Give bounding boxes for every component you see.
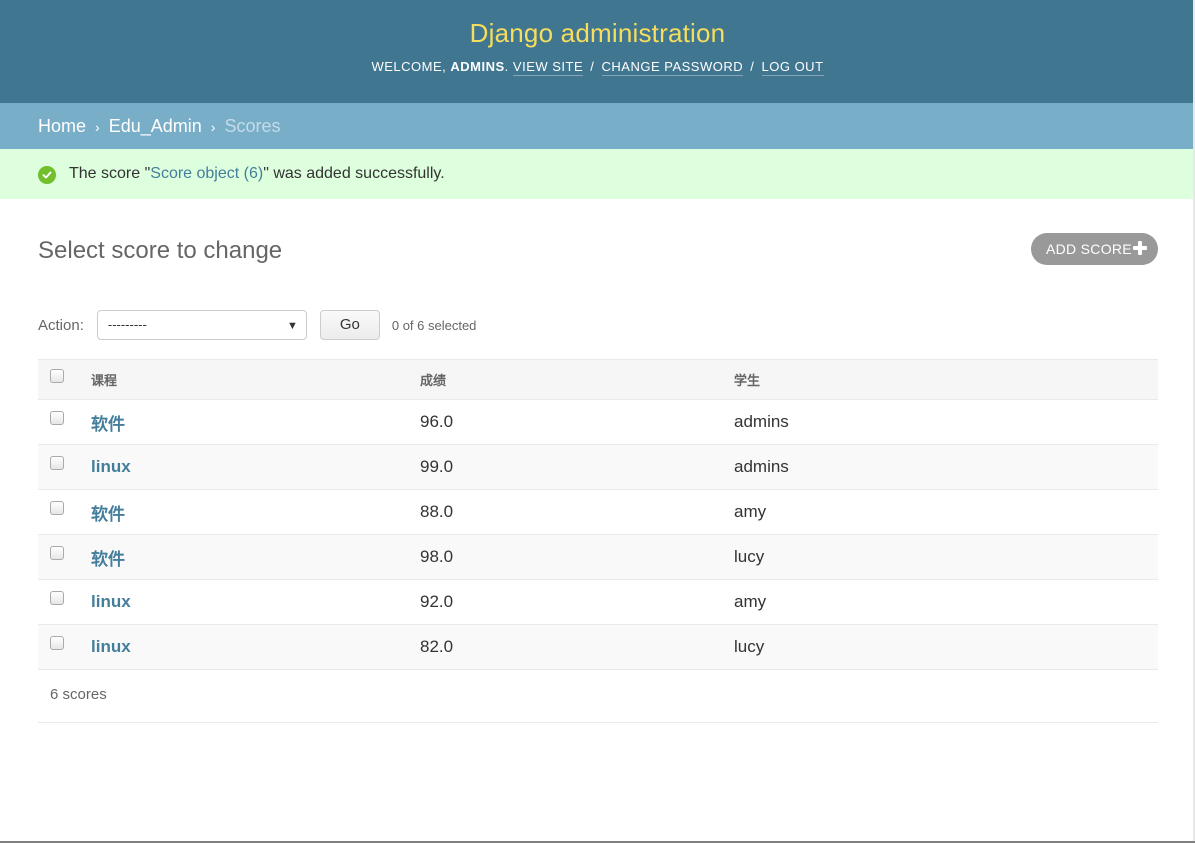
score-cell: 96.0 xyxy=(420,399,734,445)
course-link[interactable]: linux xyxy=(91,457,131,476)
site-title[interactable]: Django administration xyxy=(0,0,1195,49)
row-checkbox[interactable] xyxy=(50,635,64,650)
breadcrumb-home-link[interactable]: Home xyxy=(38,116,86,136)
success-message: The score " Score object (6) " was added s… xyxy=(0,149,1195,199)
breadcrumb-separator: › xyxy=(95,119,100,135)
course-link[interactable]: linux xyxy=(91,637,131,656)
column-header-student[interactable]: 学生 xyxy=(734,359,1158,400)
table-row: 软件 96.0 admins xyxy=(38,399,1158,445)
table-header-row: 课程 成绩 学生 xyxy=(38,359,1158,400)
breadcrumb-app-link[interactable]: Edu_Admin xyxy=(109,116,202,136)
separator: / xyxy=(590,59,595,74)
course-link[interactable]: 软件 xyxy=(91,550,125,569)
score-cell: 82.0 xyxy=(420,624,734,670)
column-header-course[interactable]: 课程 xyxy=(91,359,420,400)
column-header-score[interactable]: 成绩 xyxy=(420,359,734,400)
change-password-link[interactable]: Change password xyxy=(601,59,744,76)
row-checkbox[interactable] xyxy=(50,500,64,515)
go-button[interactable]: Go xyxy=(319,310,380,340)
message-prefix: The score " xyxy=(69,165,151,182)
course-link[interactable]: 软件 xyxy=(91,415,125,434)
action-label: Action: xyxy=(38,316,84,334)
score-object-link[interactable]: Score object (6) xyxy=(150,165,263,183)
dropdown-arrow-icon: ▼ xyxy=(286,320,298,332)
table-row: 软件 88.0 amy xyxy=(38,489,1158,535)
add-score-label: Add score xyxy=(1046,241,1132,257)
page-title: Select score to change xyxy=(38,237,283,264)
paginator: 6 scores xyxy=(38,669,1158,723)
results-table: 课程 成绩 学生 软件 96.0 admins linux 99.0 admin… xyxy=(38,359,1158,670)
user-tools: Welcome, admins. View site / Change pass… xyxy=(371,59,824,76)
check-circle-icon xyxy=(38,165,56,184)
breadcrumb-separator: › xyxy=(210,119,216,135)
score-cell: 88.0 xyxy=(420,489,734,535)
student-cell: admins xyxy=(734,399,1158,445)
select-all-checkbox[interactable] xyxy=(50,368,64,383)
student-cell: lucy xyxy=(734,624,1158,670)
message-suffix: " was added successfully. xyxy=(263,165,445,182)
username: admins xyxy=(450,59,505,74)
student-cell: admins xyxy=(734,444,1158,490)
separator: / xyxy=(750,59,755,74)
actions-bar: Action: --------- ▼ Go 0 of 6 selected xyxy=(38,310,1158,340)
breadcrumb: Home › Edu_Admin › Scores xyxy=(0,103,1195,149)
course-link[interactable]: linux xyxy=(91,592,131,611)
table-row: 软件 98.0 lucy xyxy=(38,534,1158,580)
row-checkbox[interactable] xyxy=(50,545,64,560)
header: Django administration Welcome, admins. V… xyxy=(0,0,1195,103)
student-cell: amy xyxy=(734,579,1158,625)
table-row: linux 82.0 lucy xyxy=(38,624,1158,670)
view-site-link[interactable]: View site xyxy=(512,59,584,76)
course-link[interactable]: 软件 xyxy=(91,505,125,524)
select-all-cell xyxy=(38,359,91,400)
score-cell: 92.0 xyxy=(420,579,734,625)
plus-icon xyxy=(1133,241,1147,255)
add-score-button[interactable]: Add score xyxy=(1031,233,1158,265)
row-checkbox[interactable] xyxy=(50,410,64,425)
score-cell: 99.0 xyxy=(420,444,734,490)
row-checkbox[interactable] xyxy=(50,590,64,605)
selection-counter: 0 of 6 selected xyxy=(391,317,477,333)
student-cell: lucy xyxy=(734,534,1158,580)
table-row: linux 99.0 admins xyxy=(38,444,1158,490)
breadcrumb-current: Scores xyxy=(224,116,281,136)
student-cell: amy xyxy=(734,489,1158,535)
welcome-text: Welcome, xyxy=(371,59,447,74)
row-checkbox[interactable] xyxy=(50,455,64,470)
table-row: linux 92.0 amy xyxy=(38,579,1158,625)
score-cell: 98.0 xyxy=(420,534,734,580)
action-select-value: --------- xyxy=(107,317,147,332)
log-out-link[interactable]: Log out xyxy=(761,59,824,76)
action-select[interactable]: --------- ▼ xyxy=(96,310,307,340)
